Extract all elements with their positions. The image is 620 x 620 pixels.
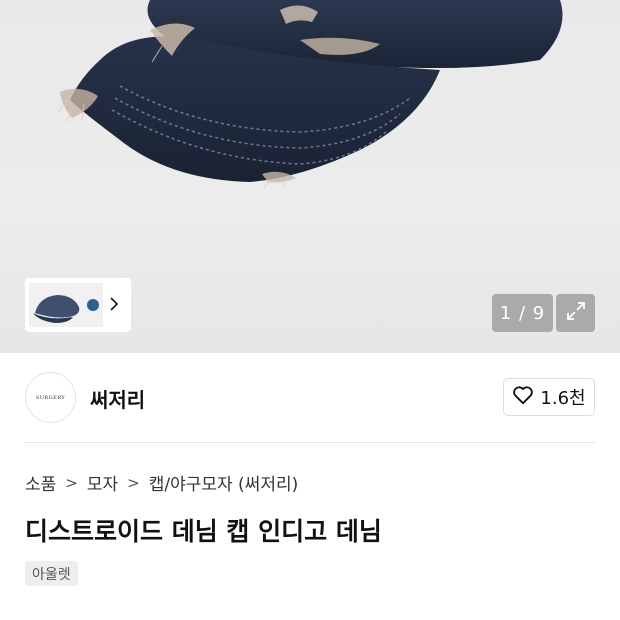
breadcrumb-separator: > <box>127 473 140 492</box>
outlet-tag: 아울렛 <box>25 561 78 586</box>
breadcrumb-item[interactable]: 캡/야구모자 (써저리) <box>149 470 299 495</box>
brand-logo-text: SURGERY <box>35 394 66 401</box>
expand-icon <box>565 300 587 326</box>
like-button[interactable]: 1.6천 <box>503 378 595 416</box>
heart-outline-icon <box>512 385 534 409</box>
expand-button[interactable] <box>556 294 595 332</box>
breadcrumb: 소품 > 모자 > 캡/야구모자 (써저리) <box>25 470 299 496</box>
divider <box>25 442 595 443</box>
product-image-gallery[interactable]: 1 / 9 <box>0 0 620 353</box>
brand-name[interactable]: 써저리 <box>90 384 145 413</box>
product-title: 디스트로이드 데님 캡 인디고 데님 <box>25 517 382 546</box>
thumbnail-strip[interactable] <box>25 278 131 332</box>
image-page-counter: 1 / 9 <box>492 294 553 332</box>
thumbnail-image[interactable] <box>29 283 103 327</box>
chevron-right-icon[interactable] <box>109 296 119 314</box>
like-count: 1.6천 <box>540 388 586 409</box>
breadcrumb-separator: > <box>65 473 78 492</box>
breadcrumb-item[interactable]: 소품 <box>25 470 56 495</box>
brand-row: SURGERY 써저리 1.6천 <box>25 372 595 424</box>
brand-logo[interactable]: SURGERY <box>25 372 76 423</box>
breadcrumb-item[interactable]: 모자 <box>87 470 118 495</box>
